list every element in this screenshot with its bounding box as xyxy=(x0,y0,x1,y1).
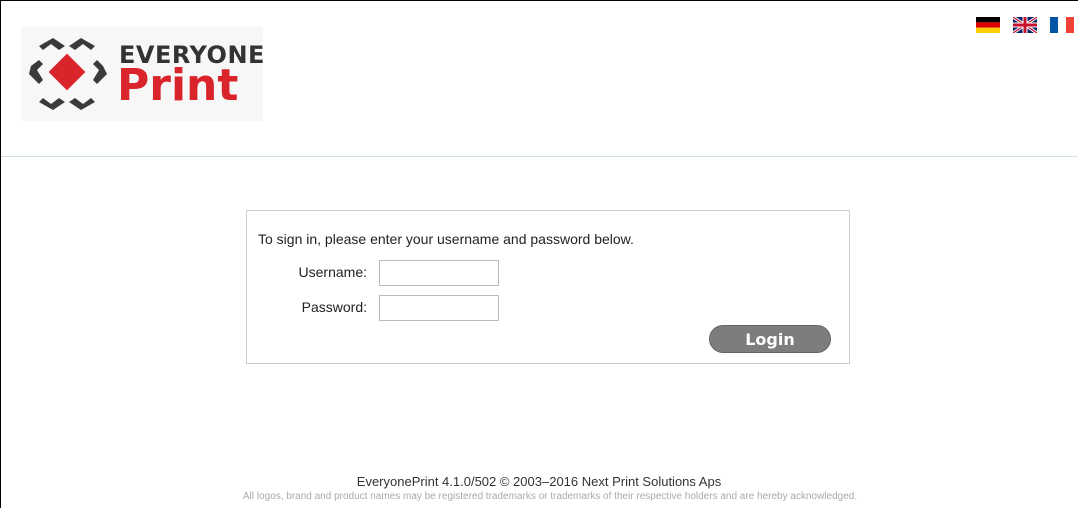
footer-trademark-notice: All logos, brand and product names may b… xyxy=(242,491,858,502)
logo-mark-icon xyxy=(29,38,107,110)
password-input[interactable] xyxy=(379,295,499,321)
french-flag-icon[interactable] xyxy=(1050,17,1074,33)
everyoneprint-logo: EVERYONE Print xyxy=(21,27,264,121)
username-label: Username: xyxy=(298,264,367,280)
login-button[interactable]: Login xyxy=(709,325,831,353)
language-selector xyxy=(976,17,1074,33)
password-label: Password: xyxy=(301,299,367,315)
page-header: EVERYONE Print xyxy=(1,1,1078,157)
username-input[interactable] xyxy=(379,260,499,286)
logo-text-print: Print xyxy=(117,60,239,111)
login-panel: To sign in, please enter your username a… xyxy=(246,210,850,364)
footer-version: EveryonePrint 4.1.0/502 © 2003–2016 Next… xyxy=(356,474,722,489)
german-flag-icon[interactable] xyxy=(976,17,1000,33)
uk-flag-icon[interactable] xyxy=(1013,17,1037,33)
login-instructions: To sign in, please enter your username a… xyxy=(258,231,634,247)
